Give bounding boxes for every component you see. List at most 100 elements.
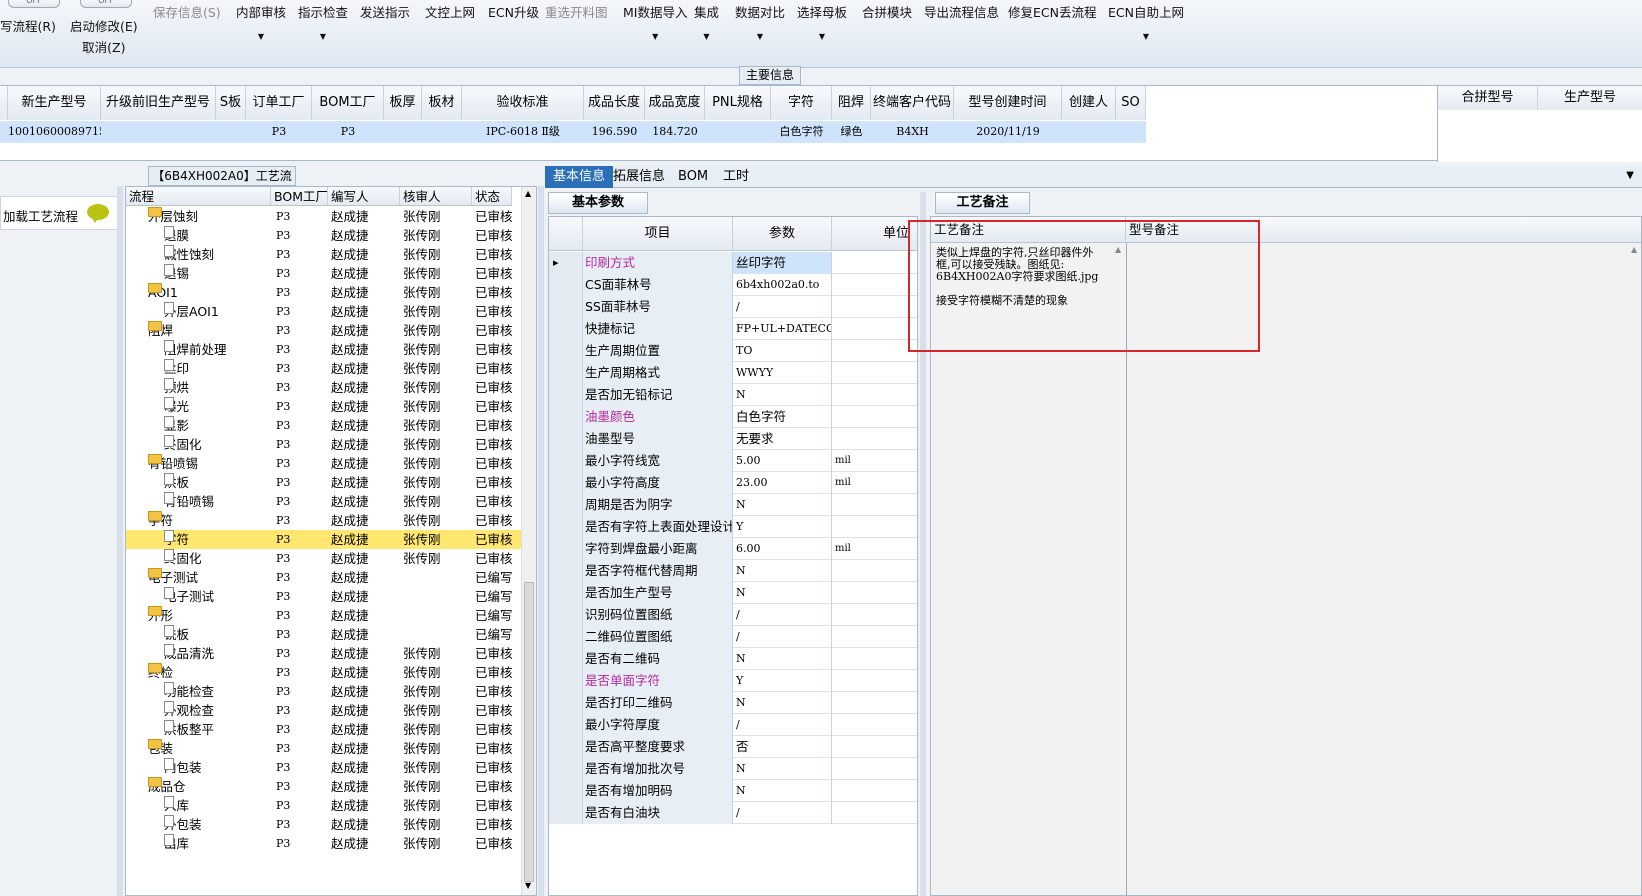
tree-node[interactable]: 功能检查	[164, 682, 214, 701]
toolbar-button-14[interactable]: 导出流程信息	[924, 2, 999, 21]
param-value[interactable]: N	[733, 780, 832, 802]
param-row[interactable]: 是否打印二维码 N	[549, 692, 917, 714]
tree-node[interactable]: −终检	[148, 663, 173, 682]
param-row[interactable]: 是否高平整度要求否	[549, 736, 917, 758]
toolbar-button-13[interactable]: 合拼模块	[862, 2, 912, 21]
tree-row[interactable]: 成品清洗 P3 赵成捷 张传刚 已审核	[126, 644, 536, 663]
toolbar-button-7[interactable]: ECN升级	[488, 2, 539, 21]
tree-row[interactable]: −阻焊 P3 赵成捷 张传刚 已审核	[126, 321, 536, 340]
main-col-header[interactable]: 板材	[422, 86, 462, 120]
main-col-header[interactable]: S板	[216, 86, 246, 120]
tab-2[interactable]: BOM	[670, 166, 716, 188]
tree-node[interactable]: 内包装	[164, 758, 202, 777]
param-row[interactable]: 快捷标记FP+UL+DATECODE	[549, 318, 917, 340]
tree-node[interactable]: −有铅喷锡	[148, 454, 198, 473]
tab-0[interactable]: 基本信息	[545, 166, 614, 188]
param-value[interactable]: TO	[733, 340, 832, 362]
middle-splitter[interactable]	[538, 186, 544, 896]
main-col-header[interactable]: PNL规格	[705, 86, 771, 120]
chevron-down-icon[interactable]: ▼	[652, 32, 658, 41]
chevron-down-icon[interactable]: ▼	[819, 32, 825, 41]
tree-row[interactable]: 内包装 P3 赵成捷 张传刚 已审核	[126, 758, 536, 777]
toolbar-button-1[interactable]: 启动修改(E) 取消(Z)	[70, 16, 138, 56]
main-cell[interactable]: 绿色	[832, 121, 871, 143]
main-col-header[interactable]: SO	[1116, 86, 1146, 120]
model-notes-scroll-up-icon[interactable]: ▲	[1631, 245, 1637, 254]
main-col-header[interactable]: 成品宽度	[645, 86, 705, 120]
main-cell[interactable]: B4XH	[871, 121, 954, 143]
param-row[interactable]: 字符到焊盘最小距离 6.00 mil	[549, 538, 917, 560]
param-row[interactable]: 是否有白油块 /	[549, 802, 917, 824]
tree-row[interactable]: −有铅喷锡 P3 赵成捷 张传刚 已审核	[126, 454, 536, 473]
toolbar-button-4[interactable]: 指示检查 ▼	[298, 2, 348, 41]
tree-col-header[interactable]: BOM工厂	[271, 187, 328, 206]
main-col-header[interactable]: 板厚	[384, 86, 422, 120]
main-cell[interactable]	[101, 121, 216, 143]
tree-node[interactable]: 出库	[164, 834, 189, 853]
tree-row[interactable]: −成品仓 P3 赵成捷 张传刚 已审核	[126, 777, 536, 796]
main-cell[interactable]	[422, 121, 462, 143]
tree-node[interactable]: 成品清洗	[164, 644, 214, 663]
tree-node[interactable]: −AOI1	[148, 283, 178, 302]
tree-node[interactable]: 退膜	[164, 226, 189, 245]
tree-row[interactable]: −包装 P3 赵成捷 张传刚 已审核	[126, 739, 536, 758]
tab-basic-params[interactable]: 基本参数	[548, 192, 648, 214]
param-value[interactable]: N	[733, 692, 832, 714]
toolbar-button-15[interactable]: 修复ECN丢流程	[1008, 2, 1096, 21]
tree-row[interactable]: 预烘 P3 赵成捷 张传刚 已审核	[126, 378, 536, 397]
param-row[interactable]: 是否有增加明码 N	[549, 780, 917, 802]
tree-node[interactable]: −外形	[148, 606, 173, 625]
tree-row[interactable]: −AOI1 P3 赵成捷 张传刚 已审核	[126, 283, 536, 302]
col-header-value[interactable]: 参数	[733, 217, 832, 251]
param-row[interactable]: 是否加生产型号 N	[549, 582, 917, 604]
tree-row[interactable]: 终固化 P3 赵成捷 张传刚 已审核	[126, 435, 536, 454]
tree-node[interactable]: −电子测试	[148, 568, 198, 587]
main-cell[interactable]: 2020/11/19	[954, 121, 1062, 143]
tree-node[interactable]: 阻焊前处理	[164, 340, 227, 359]
param-value[interactable]: N	[733, 648, 832, 670]
tree-node[interactable]: −成品仓	[148, 777, 186, 796]
tree-col-header[interactable]: 流程	[126, 187, 271, 206]
tab-dropdown-icon[interactable]: ▼	[1626, 170, 1634, 181]
chevron-down-icon[interactable]: ▼	[757, 32, 763, 41]
param-row[interactable]: 生产周期位置 TO	[549, 340, 917, 362]
param-value[interactable]: N	[733, 384, 832, 406]
load-process-button[interactable]: 加载工艺流程	[0, 196, 120, 230]
tree-row[interactable]: 碱性蚀刻 P3 赵成捷 张传刚 已审核	[126, 245, 536, 264]
toolbar-button-6[interactable]: 文控上网	[425, 2, 475, 21]
toolbar-button-11[interactable]: 数据对比 ▼	[735, 2, 785, 41]
main-cell[interactable]: P3	[312, 121, 384, 143]
tree-node[interactable]: 终固化	[164, 549, 202, 568]
scroll-thumb[interactable]	[524, 582, 534, 882]
param-value[interactable]: /	[733, 604, 832, 626]
main-cell[interactable]: P3	[246, 121, 312, 143]
off-toggle-1[interactable]: OFF	[8, 0, 60, 8]
param-value[interactable]: 无要求	[733, 428, 832, 450]
chevron-down-icon[interactable]: ▼	[320, 32, 326, 41]
param-value[interactable]: N	[733, 494, 832, 516]
param-row[interactable]: 最小字符高度 23.00 mil	[549, 472, 917, 494]
tree-row[interactable]: 铣板 P3 赵成捷 已编写	[126, 625, 536, 644]
main-col-header[interactable]: 成品长度	[584, 86, 645, 120]
tree-row[interactable]: −终检 P3 赵成捷 张传刚 已审核	[126, 663, 536, 682]
col-header-item[interactable]: 项目	[583, 217, 733, 251]
tree-node[interactable]: 烘板	[164, 473, 189, 492]
tree-row[interactable]: 外包装 P3 赵成捷 张传刚 已审核	[126, 815, 536, 834]
toolbar-button-5[interactable]: 发送指示	[360, 2, 410, 21]
tree-node[interactable]: 入库	[164, 796, 189, 815]
tree-row[interactable]: −外形 P3 赵成捷 已编写	[126, 606, 536, 625]
scroll-up-icon[interactable]: ▲	[525, 189, 531, 198]
off-toggle-2[interactable]: OFF	[80, 0, 132, 8]
param-value[interactable]: /	[733, 714, 832, 736]
tree-node[interactable]: 退锡	[164, 264, 189, 283]
param-row[interactable]: 生产周期格式 WWYY	[549, 362, 917, 384]
tree-scrollbar[interactable]: ▲ ▼	[521, 187, 536, 895]
tree-node[interactable]: −字符	[148, 511, 173, 530]
process-tree-tab[interactable]: 【6B4XH002A0】工艺流程	[148, 166, 296, 201]
tree-col-header[interactable]: 编写人	[328, 187, 400, 206]
param-row[interactable]: ▸ 印刷方式 丝印字符	[549, 252, 917, 274]
tree-node[interactable]: 曝光	[164, 397, 189, 416]
tree-row[interactable]: −外层蚀刻 P3 赵成捷 张传刚 已审核	[126, 207, 536, 226]
main-cell[interactable]	[216, 121, 246, 143]
left-splitter[interactable]	[117, 186, 123, 896]
